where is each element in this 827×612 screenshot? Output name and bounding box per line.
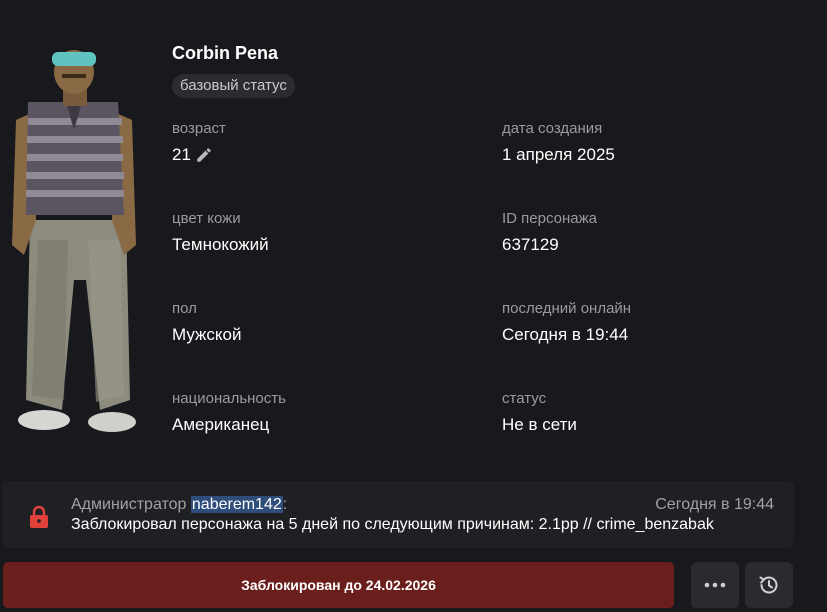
- nationality-value: Американец: [172, 415, 270, 434]
- id-field: ID персонажа 637129: [502, 210, 597, 255]
- status-value: Не в сети: [502, 415, 577, 434]
- log-header: Администратор naberem142:: [71, 496, 287, 514]
- age-value: 21: [172, 145, 191, 164]
- skin-field: цвет кожи Темнокожий: [172, 210, 269, 255]
- status-field: статус Не в сети: [502, 390, 577, 435]
- gender-value: Мужской: [172, 325, 242, 344]
- nationality-label: национальность: [172, 390, 286, 407]
- last-online-field: последний онлайн Сегодня в 19:44: [502, 300, 631, 345]
- id-label: ID персонажа: [502, 210, 597, 227]
- gender-field: пол Мужской: [172, 300, 242, 345]
- log-time: Сегодня в 19:44: [655, 496, 774, 513]
- age-field: возраст 21: [172, 120, 226, 165]
- admin-log-entry: Администратор naberem142: Сегодня в 19:4…: [2, 481, 794, 548]
- banned-until-button[interactable]: Заблокирован до 24.02.2026: [3, 562, 674, 608]
- log-text: Заблокировал персонажа на 5 дней по след…: [71, 516, 714, 533]
- age-label: возраст: [172, 120, 226, 137]
- history-clock-icon: [759, 576, 778, 594]
- id-value: 637129: [502, 235, 559, 254]
- created-value: 1 апреля 2025: [502, 145, 615, 164]
- lock-icon: [30, 505, 48, 528]
- history-button[interactable]: [745, 562, 793, 608]
- character-avatar: [12, 50, 136, 432]
- log-prefix: Администратор: [71, 496, 187, 513]
- gender-label: пол: [172, 300, 197, 317]
- status-label: статус: [502, 390, 547, 407]
- last-online-label: последний онлайн: [502, 300, 632, 317]
- character-name: Corbin Pena: [172, 43, 279, 63]
- more-button[interactable]: [691, 562, 739, 608]
- created-label: дата создания: [502, 120, 603, 137]
- pencil-icon[interactable]: [195, 146, 213, 164]
- created-field: дата создания 1 апреля 2025: [502, 120, 615, 165]
- status-badge: базовый статус: [172, 74, 295, 98]
- nationality-field: национальность Американец: [172, 390, 286, 435]
- skin-value: Темнокожий: [172, 235, 269, 254]
- admin-name-link[interactable]: naberem142: [190, 496, 283, 513]
- skin-label: цвет кожи: [172, 210, 241, 227]
- last-online-value: Сегодня в 19:44: [502, 325, 629, 344]
- more-dots-icon: [704, 582, 726, 588]
- log-suffix: :: [282, 496, 288, 513]
